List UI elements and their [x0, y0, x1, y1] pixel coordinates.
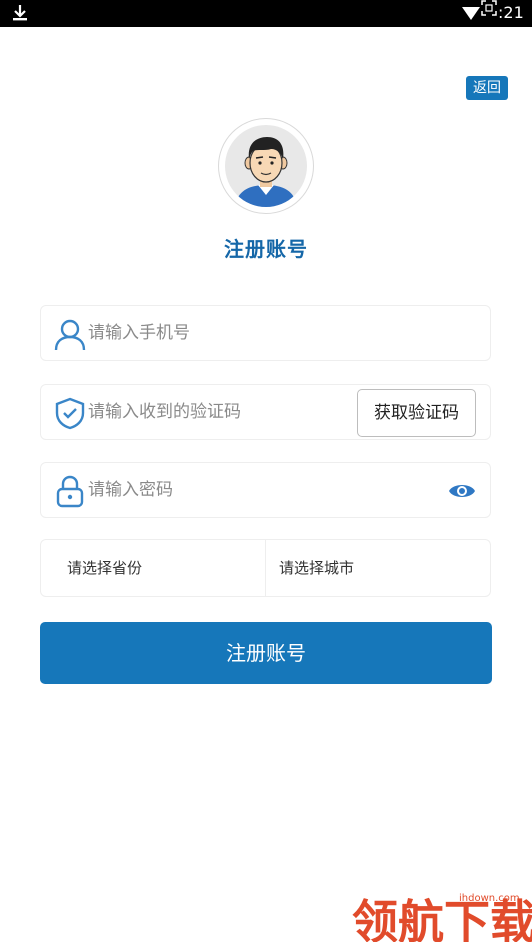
verification-code-field[interactable]: 请输入收到的验证码 获取验证码	[40, 384, 491, 440]
password-input[interactable]: 请输入密码	[88, 463, 173, 517]
watermark-site: ihdown.com	[459, 893, 520, 904]
verification-code-input[interactable]: 请输入收到的验证码	[88, 385, 241, 439]
page-title: 注册账号	[224, 237, 308, 261]
get-code-button[interactable]: 获取验证码	[357, 389, 476, 437]
screenshot-icon	[481, 0, 497, 16]
avatar	[218, 118, 314, 214]
shield-check-icon	[55, 397, 85, 430]
download-icon	[13, 5, 27, 21]
phone-field[interactable]: 请输入手机号	[40, 305, 491, 361]
eye-icon[interactable]	[448, 480, 476, 502]
status-time: :21	[498, 3, 524, 22]
lock-icon	[56, 475, 84, 508]
province-select[interactable]: 请选择省份	[41, 540, 266, 596]
password-field[interactable]: 请输入密码	[40, 462, 491, 518]
user-icon	[54, 319, 86, 351]
avatar-image	[225, 125, 307, 207]
status-bar: :21	[0, 0, 532, 27]
wifi-icon	[462, 7, 480, 20]
watermark-logo: 领航下载	[352, 895, 532, 942]
back-button[interactable]: 返回	[466, 76, 508, 100]
user-avatar-icon	[235, 137, 297, 207]
register-button[interactable]: 注册账号	[40, 622, 492, 684]
region-select-row: 请选择省份 请选择城市	[40, 539, 491, 597]
city-select[interactable]: 请选择城市	[267, 540, 490, 596]
phone-input[interactable]: 请输入手机号	[88, 306, 190, 360]
